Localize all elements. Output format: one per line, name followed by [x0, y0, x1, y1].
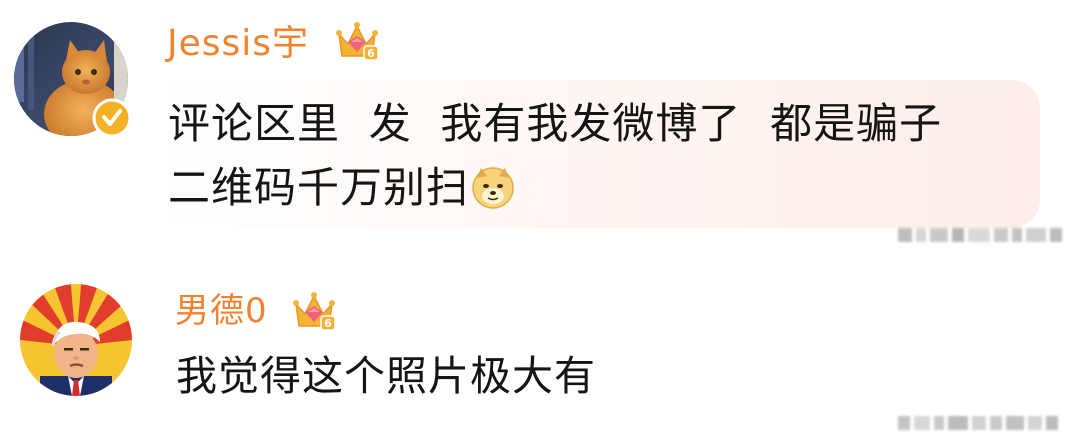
comment-line: 二维码千万别扫: [168, 163, 470, 212]
comment-list: Jessis宇 6 评论区里 发 我有我发微博了 都是骗子 二维码千万别扫 男德…: [0, 0, 1084, 444]
crown-level-6-icon: 6: [291, 288, 337, 334]
avatar[interactable]: [14, 22, 132, 138]
crown-level-6-icon: 6: [334, 18, 380, 64]
cartoon-man-sunburst-avatar-icon: [20, 284, 132, 396]
comment-text: 我觉得这个照片极大有: [176, 344, 596, 408]
comment-line: 评论区里 发 我有我发微博了 都是骗子: [168, 99, 943, 148]
comment-meta-blurred: [898, 412, 1068, 430]
comment-item: Jessis宇 6 评论区里 发 我有我发微博了 都是骗子 二维码千万别扫: [0, 0, 1084, 262]
badge-level-text: 6: [367, 47, 375, 60]
comment-line: 我觉得这个照片极大有: [176, 352, 596, 400]
comment-text: 评论区里 发 我有我发微博了 都是骗子 二维码千万别扫: [168, 92, 1028, 220]
username[interactable]: Jessis宇: [167, 26, 309, 62]
comment-line-with-emoji: 二维码千万别扫: [168, 156, 1028, 220]
badge-level-text: 6: [324, 317, 332, 330]
comment-meta-blurred: [898, 224, 1068, 242]
username[interactable]: 男德0: [175, 294, 268, 328]
avatar[interactable]: [20, 284, 132, 396]
doge-icon: [471, 164, 515, 209]
verified-check-icon: [92, 98, 132, 138]
comment-item: 男德0 6 我觉得这个照片极大有: [0, 262, 1084, 444]
verified-badge: [92, 98, 132, 138]
